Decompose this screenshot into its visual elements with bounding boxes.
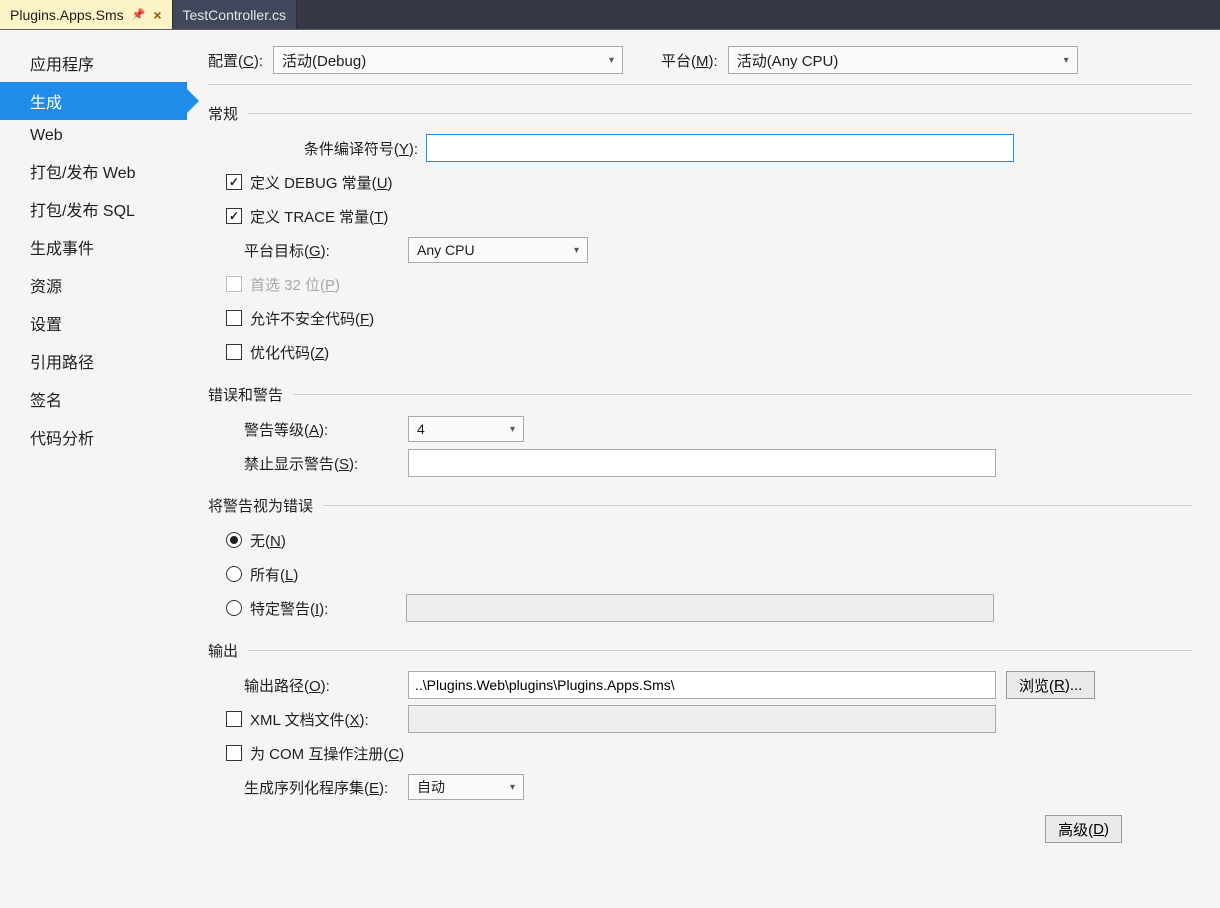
sidebar-item-code-analysis[interactable]: 代码分析: [0, 418, 187, 456]
chevron-down-icon: ▾: [510, 782, 515, 793]
warning-level-combo[interactable]: 4 ▾: [408, 416, 524, 442]
sidebar-item-resources[interactable]: 资源: [0, 266, 187, 304]
platform-label: 平台(M):: [661, 50, 718, 71]
checkbox-icon: [226, 174, 242, 190]
define-debug-checkbox[interactable]: 定义 DEBUG 常量(U): [226, 172, 393, 193]
cond-symbols-input[interactable]: [426, 134, 1014, 162]
sidebar-item-web[interactable]: Web: [0, 120, 187, 152]
treat-none-radio[interactable]: 无(N): [226, 530, 286, 551]
document-tab-bar: Plugins.Apps.Sms 📌 × TestController.cs: [0, 0, 1220, 30]
platform-combo[interactable]: 活动(Any CPU) ▾: [728, 46, 1078, 74]
checkbox-icon: [226, 276, 242, 292]
sidebar-item-package-web[interactable]: 打包/发布 Web: [0, 152, 187, 190]
register-com-checkbox[interactable]: 为 COM 互操作注册(C): [226, 743, 404, 764]
section-errors-warnings: 错误和警告: [208, 384, 1192, 405]
suppress-warnings-input[interactable]: [408, 449, 996, 477]
sidebar-item-signing[interactable]: 签名: [0, 380, 187, 418]
treat-specific-input: [406, 594, 994, 622]
serialize-assembly-combo[interactable]: 自动 ▾: [408, 774, 524, 800]
xml-doc-checkbox[interactable]: XML 文档文件(X):: [226, 709, 426, 730]
section-treat-warnings: 将警告视为错误: [208, 495, 1192, 516]
build-page-content: 配置(C): 活动(Debug) ▾ 平台(M): 活动(Any CPU) ▾ …: [188, 30, 1220, 908]
platform-target-combo[interactable]: Any CPU ▾: [408, 237, 588, 263]
chevron-down-icon: ▾: [574, 245, 579, 256]
checkbox-icon: [226, 745, 242, 761]
advanced-button[interactable]: 高级(D): [1045, 815, 1122, 843]
define-trace-checkbox[interactable]: 定义 TRACE 常量(T): [226, 206, 388, 227]
suppress-warnings-label: 禁止显示警告(S):: [226, 453, 426, 474]
checkbox-icon: [226, 344, 242, 360]
sidebar-item-build-events[interactable]: 生成事件: [0, 228, 187, 266]
sidebar-item-package-sql[interactable]: 打包/发布 SQL: [0, 190, 187, 228]
checkbox-icon: [226, 208, 242, 224]
output-path-input[interactable]: [408, 671, 996, 699]
sidebar-item-build[interactable]: 生成: [0, 82, 187, 120]
chevron-down-icon: ▾: [609, 55, 614, 66]
config-platform-row: 配置(C): 活动(Debug) ▾ 平台(M): 活动(Any CPU) ▾: [208, 46, 1192, 74]
treat-all-radio[interactable]: 所有(L): [226, 564, 298, 585]
treat-specific-radio[interactable]: 特定警告(I):: [226, 598, 406, 619]
tab-title: TestController.cs: [183, 7, 286, 23]
output-path-label: 输出路径(O):: [226, 675, 426, 696]
chevron-down-icon: ▾: [1064, 55, 1069, 66]
browse-button[interactable]: 浏览(R)...: [1006, 671, 1095, 699]
platform-target-label: 平台目标(G):: [226, 240, 426, 261]
xml-doc-path-input: [408, 705, 996, 733]
checkbox-icon: [226, 711, 242, 727]
section-output: 输出: [208, 640, 1192, 661]
close-icon[interactable]: ×: [153, 7, 161, 23]
sidebar-item-reference-paths[interactable]: 引用路径: [0, 342, 187, 380]
section-general: 常规: [208, 103, 1192, 124]
checkbox-icon: [226, 310, 242, 326]
serialize-assembly-label: 生成序列化程序集(E):: [226, 777, 426, 798]
tab-testcontroller[interactable]: TestController.cs: [173, 0, 297, 29]
chevron-down-icon: ▾: [510, 424, 515, 435]
prefer-32bit-checkbox: 首选 32 位(P): [226, 274, 340, 295]
separator: [208, 84, 1192, 85]
configuration-combo[interactable]: 活动(Debug) ▾: [273, 46, 623, 74]
radio-icon: [226, 600, 242, 616]
warning-level-label: 警告等级(A):: [226, 419, 426, 440]
sidebar-item-application[interactable]: 应用程序: [0, 44, 187, 82]
radio-icon: [226, 566, 242, 582]
sidebar-item-settings[interactable]: 设置: [0, 304, 187, 342]
pin-icon[interactable]: 📌: [132, 8, 146, 21]
cond-symbols-label: 条件编译符号(Y):: [226, 138, 426, 159]
optimize-code-checkbox[interactable]: 优化代码(Z): [226, 342, 329, 363]
main-area: 应用程序 生成 Web 打包/发布 Web 打包/发布 SQL 生成事件 资源 …: [0, 30, 1220, 908]
radio-icon: [226, 532, 242, 548]
tab-title: Plugins.Apps.Sms: [10, 7, 124, 23]
allow-unsafe-checkbox[interactable]: 允许不安全代码(F): [226, 308, 374, 329]
configuration-label: 配置(C):: [208, 50, 263, 71]
tab-plugins-apps-sms[interactable]: Plugins.Apps.Sms 📌 ×: [0, 0, 172, 29]
property-page-sidebar: 应用程序 生成 Web 打包/发布 Web 打包/发布 SQL 生成事件 资源 …: [0, 30, 188, 908]
